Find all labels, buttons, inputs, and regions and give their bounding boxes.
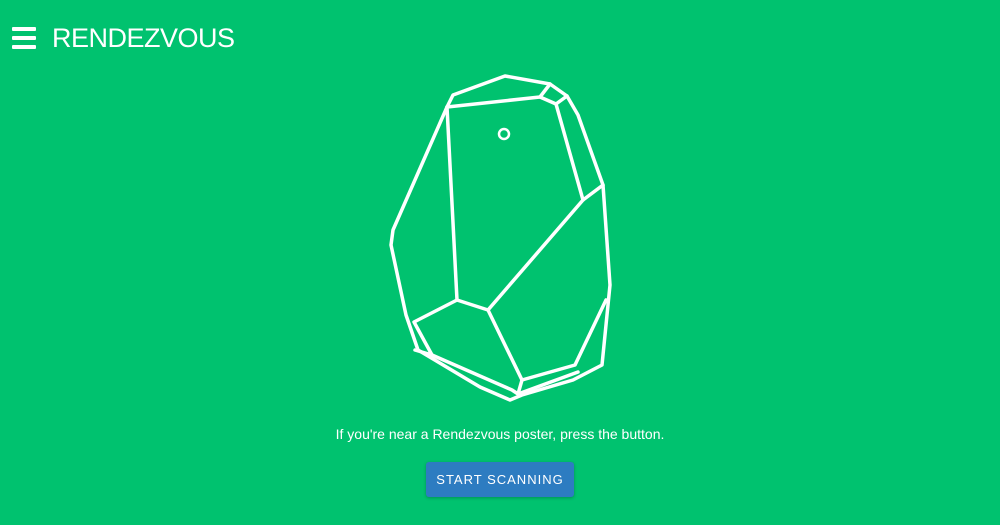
beacon-top-cap bbox=[538, 94, 569, 106]
beacon-icon bbox=[389, 74, 612, 402]
beacon-inner-diagonal bbox=[486, 198, 585, 312]
beacon-left-ridge bbox=[445, 105, 490, 312]
beacon-top-ridge bbox=[445, 82, 552, 109]
beacon-lower-left-facet bbox=[412, 298, 459, 357]
menu-bar-middle bbox=[12, 36, 36, 40]
menu-bar-top bbox=[12, 27, 36, 31]
hamburger-menu-icon[interactable] bbox=[12, 27, 36, 49]
instruction-text: If you're near a Rendezvous poster, pres… bbox=[335, 426, 665, 442]
menu-bar-bottom bbox=[12, 45, 36, 49]
start-scanning-button[interactable]: START SCANNING bbox=[426, 462, 574, 497]
app-title: RENDEZVOUS bbox=[52, 23, 235, 53]
beacon-bottom-edge bbox=[430, 353, 580, 396]
app-screen: RENDEZVOUS If you're near a Rendezvous p… bbox=[0, 0, 1000, 525]
beacon-hole bbox=[497, 127, 511, 141]
app-header: RENDEZVOUS bbox=[0, 0, 1000, 76]
